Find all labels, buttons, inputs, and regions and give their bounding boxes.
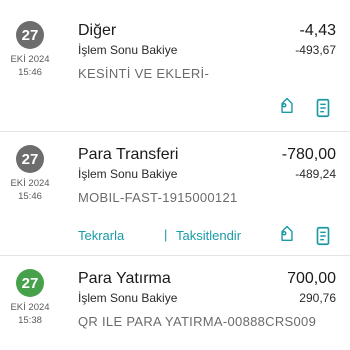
month-year: EKİ 2024 [10,178,50,189]
balance-value: 290,76 [299,291,336,305]
tag-icon[interactable] [276,225,298,247]
transaction-date: 27 EKİ 2024 15:38 [8,269,52,326]
balance-value: -489,24 [295,167,336,181]
transaction-title: Para Yatırma [78,270,171,287]
transaction-description: QR ILE PARA YATIRMA-00888CRS009 [78,314,317,329]
transaction-item[interactable]: 27 EKİ 2024 15:46 Diğer -4,43 İşlem Sonu… [0,0,350,130]
day-number: 27 [21,150,39,168]
transaction-title: Diğer [78,22,117,39]
receipt-icon[interactable] [312,97,334,119]
transaction-date: 27 EKİ 2024 15:46 [8,145,52,202]
transaction-description: MOBIL-FAST-1915000121 [78,190,238,205]
tag-icon[interactable] [276,97,298,119]
day-badge: 27 [16,145,44,173]
transaction-amount: -780,00 [281,146,336,163]
transaction-date: 27 EKİ 2024 15:46 [8,21,52,78]
transaction-item[interactable]: 27 EKİ 2024 15:46 Para Transferi -780,00… [0,132,350,254]
month-year: EKİ 2024 [10,302,50,313]
day-badge: 27 [16,269,44,297]
transaction-amount: 700,00 [287,270,336,287]
installment-link[interactable]: Taksitlendir [176,228,241,243]
repeat-link[interactable]: Tekrarla [78,228,124,243]
transaction-time: 15:38 [18,315,42,326]
day-badge: 27 [16,21,44,49]
day-number: 27 [21,274,39,292]
transaction-item[interactable]: 27 EKİ 2024 15:38 Para Yatırma 700,00 İş… [0,256,350,350]
day-number: 27 [21,26,39,44]
month-year: EKİ 2024 [10,54,50,65]
action-separator: | [164,227,168,242]
transaction-time: 15:46 [18,67,42,78]
transaction-time: 15:46 [18,191,42,202]
balance-value: -493,67 [295,43,336,57]
receipt-icon[interactable] [312,225,334,247]
transaction-description: KESİNTİ VE EKLERİ- [78,66,210,81]
transaction-amount: -4,43 [299,22,336,39]
balance-label: İşlem Sonu Bakiye [78,291,178,305]
balance-label: İşlem Sonu Bakiye [78,43,178,57]
balance-label: İşlem Sonu Bakiye [78,167,178,181]
transaction-title: Para Transferi [78,146,179,163]
